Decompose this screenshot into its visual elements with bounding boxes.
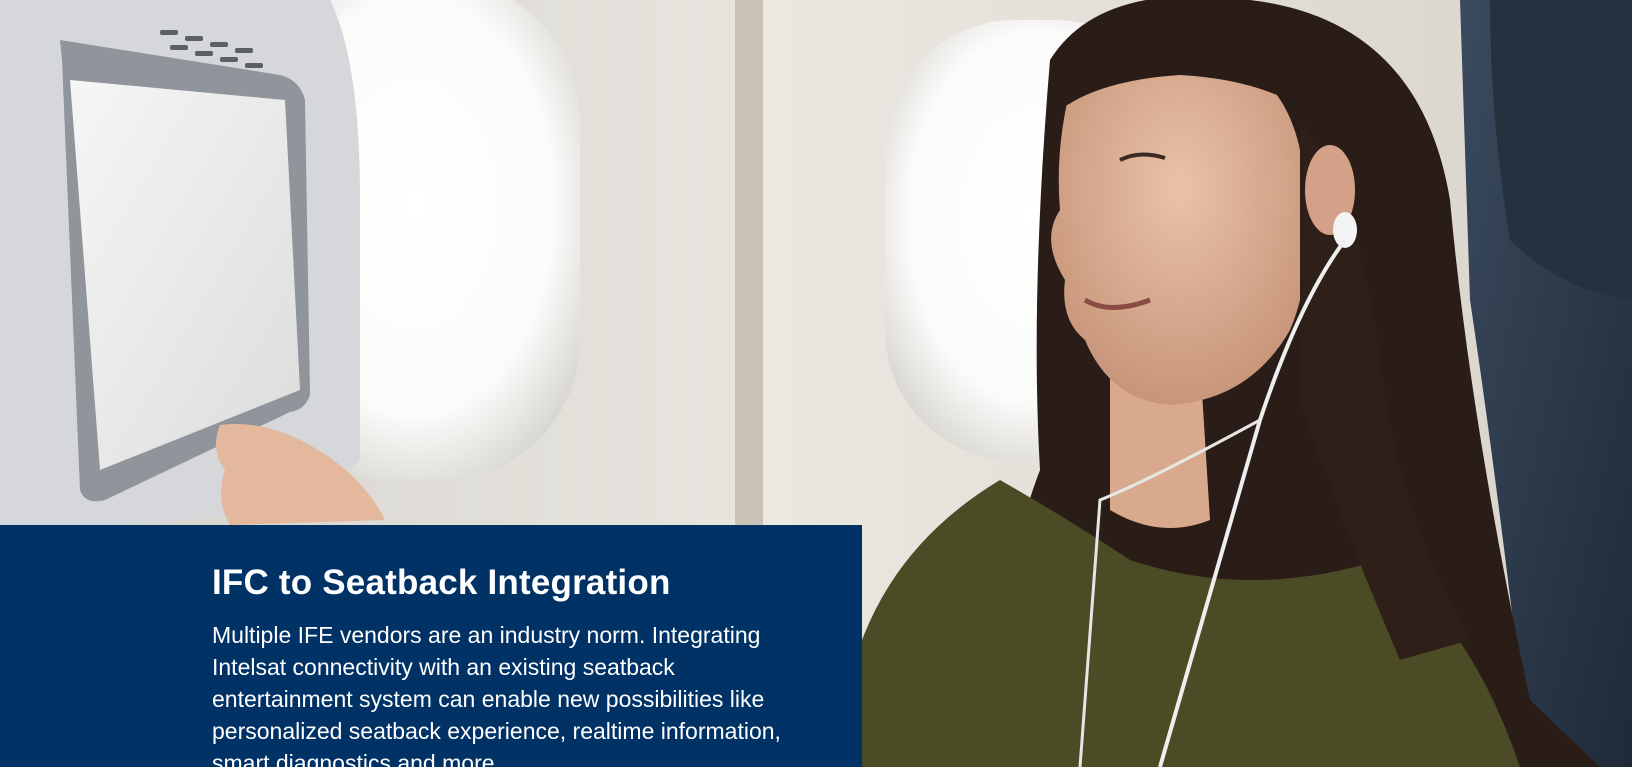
feature-description: Multiple IFE vendors are an industry nor… <box>212 622 781 767</box>
feature-card: IFC to Seatback Integration Multiple IFE… <box>0 525 862 767</box>
feature-content: IFC to Seatback Integration Multiple IFE… <box>212 563 812 767</box>
feature-title: IFC to Seatback Integration <box>212 563 671 602</box>
